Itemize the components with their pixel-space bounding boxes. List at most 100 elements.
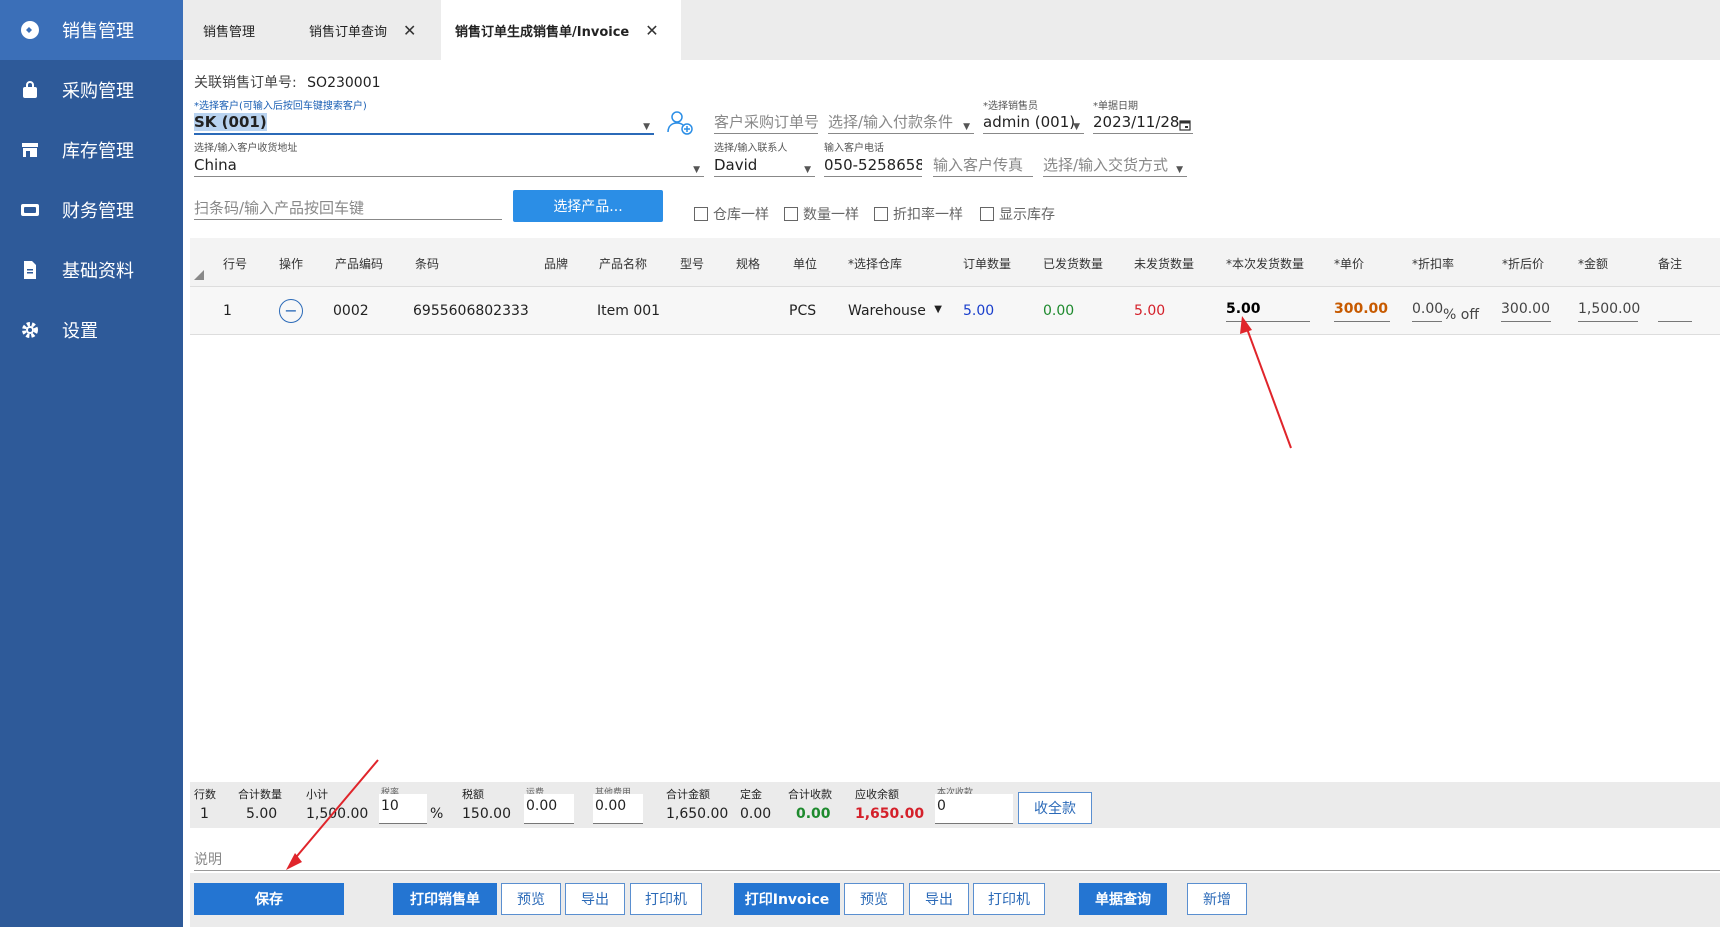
checkbox-same-quantity[interactable]: 数量一样 <box>784 204 859 224</box>
salesperson-label: *选择销售员 <box>983 101 1038 112</box>
contact-value: David <box>714 156 758 174</box>
chevron-down-icon: ▼ <box>1073 122 1080 132</box>
checkbox-box <box>784 207 798 221</box>
remark-placeholder: 说明 <box>194 852 222 868</box>
tab-label: 销售订单生成销售单/Invoice <box>455 24 630 40</box>
receive-all-button[interactable]: 收全款 <box>1018 792 1092 824</box>
checkbox-show-stock[interactable]: 显示库存 <box>980 204 1055 224</box>
calendar-icon[interactable] <box>1179 115 1191 133</box>
sidebar-item-finance[interactable]: 财务管理 <box>0 180 183 240</box>
sidebar-item-sales[interactable]: 销售管理 <box>0 0 183 60</box>
tab-bar: 销售管理 销售订单查询 ✕ 销售订单生成销售单/Invoice ✕ <box>183 0 1720 60</box>
payment-terms-select[interactable]: 选择/输入付款条件 ▼ <box>828 111 974 134</box>
remark-input[interactable]: 说明 <box>194 848 1720 871</box>
contact-select[interactable]: David ▼ <box>714 154 815 177</box>
export-invoice-button[interactable]: 导出 <box>909 883 969 915</box>
export-sales-button[interactable]: 导出 <box>565 883 625 915</box>
tax-rate-input[interactable]: 10 <box>379 794 427 824</box>
customer-label: *选择客户(可输入后按回车键搜索客户) <box>194 101 367 112</box>
address-select[interactable]: China ▼ <box>194 154 704 177</box>
col-header-price: *单价 <box>1334 257 1365 271</box>
col-header-barcode: 条码 <box>415 257 440 271</box>
ship-qty-input[interactable]: 5.00 <box>1226 301 1310 322</box>
tab-label: 销售订单查询 <box>309 24 388 40</box>
add-new-button[interactable]: 新增 <box>1187 883 1247 915</box>
close-icon[interactable]: ✕ <box>645 21 658 40</box>
tab-sales-management[interactable]: 销售管理 <box>203 0 255 60</box>
address-value: China <box>194 156 237 174</box>
checkbox-same-discount[interactable]: 折扣率一样 <box>874 204 963 224</box>
chevron-down-icon: ▼ <box>693 165 700 175</box>
deposit-label: 定金 <box>740 788 762 801</box>
net-price-input[interactable]: 300.00 <box>1501 301 1551 322</box>
select-product-button[interactable]: 选择产品... <box>513 190 663 222</box>
received-value: 0.00 <box>796 806 831 822</box>
document-query-button[interactable]: 单据查询 <box>1079 883 1167 915</box>
cell-barcode: 6955606802333 <box>413 303 529 319</box>
payment-terms-placeholder: 选择/输入付款条件 <box>828 113 954 131</box>
freight-input[interactable]: 0.00 <box>524 794 574 824</box>
subtotal-label: 小计 <box>306 788 328 801</box>
discount-input[interactable]: 0.00 <box>1412 301 1443 322</box>
annotation-arrow-ship-qty <box>1240 316 1292 449</box>
subtotal-value: 1,500.00 <box>306 806 369 822</box>
phone-value: 050-52586585 <box>824 156 922 174</box>
cell-shipped-qty: 0.00 <box>1043 303 1075 319</box>
printer-sales-button[interactable]: 打印机 <box>630 883 702 915</box>
col-header-discount: *折扣率 <box>1412 257 1455 271</box>
other-fees-input[interactable]: 0.00 <box>593 794 643 824</box>
print-invoice-button[interactable]: 打印Invoice <box>734 883 840 915</box>
remove-row-icon[interactable]: − <box>279 299 303 323</box>
sidebar-item-inventory[interactable]: 库存管理 <box>0 120 183 180</box>
col-header-warehouse: *选择仓库 <box>848 257 903 271</box>
customer-po-placeholder: 客户采购订单号 <box>714 113 818 131</box>
action-bar: 保存 打印销售单 预览 导出 打印机 打印Invoice 预览 导出 打印机 单… <box>190 873 1720 927</box>
phone-field[interactable]: 050-52586585 <box>824 154 922 177</box>
col-header-unit: 单位 <box>793 257 818 271</box>
customer-select[interactable]: SK (001) ▼ <box>194 111 654 135</box>
checkbox-label: 显示库存 <box>999 207 1055 223</box>
table-row[interactable]: 1 − 0002 6955606802333 Item 001 PCS Ware… <box>190 287 1720 335</box>
sidebar-item-basic-data[interactable]: 基础资料 <box>0 240 183 300</box>
print-sales-order-button[interactable]: 打印销售单 <box>393 883 497 915</box>
amount-input[interactable]: 1,500.00 <box>1578 301 1640 322</box>
checkbox-same-warehouse[interactable]: 仓库一样 <box>694 204 769 224</box>
total-qty-label: 合计数量 <box>238 788 282 801</box>
col-header-product-name: 产品名称 <box>599 257 648 271</box>
chevron-down-icon: ▼ <box>643 122 650 132</box>
sidebar-item-purchase[interactable]: 采购管理 <box>0 60 183 120</box>
delivery-method-select[interactable]: 选择/输入交货方式 ▼ <box>1043 154 1187 177</box>
price-input[interactable]: 300.00 <box>1334 301 1390 322</box>
address-label: 选择/输入客户收货地址 <box>194 143 298 154</box>
balance-label: 应收余额 <box>855 788 899 801</box>
sidebar-item-settings[interactable]: 设置 <box>0 300 183 360</box>
this-receive-input[interactable]: 0 <box>935 794 1013 824</box>
salesperson-select[interactable]: admin (001) ▼ <box>983 111 1084 134</box>
total-amount-label: 合计金额 <box>666 788 710 801</box>
printer-invoice-button[interactable]: 打印机 <box>973 883 1045 915</box>
customer-po-field[interactable]: 客户采购订单号 <box>714 111 818 134</box>
checkbox-label: 折扣率一样 <box>893 207 963 223</box>
save-button[interactable]: 保存 <box>194 883 344 915</box>
order-ref: 关联销售订单号: SO230001 <box>194 72 381 92</box>
col-header-spec: 规格 <box>736 257 761 271</box>
close-icon[interactable]: ✕ <box>403 21 416 40</box>
warehouse-select[interactable]: Warehouse ▼ <box>848 303 942 319</box>
preview-invoice-button[interactable]: 预览 <box>844 883 904 915</box>
deposit-value: 0.00 <box>740 806 772 822</box>
select-all-corner-icon[interactable] <box>194 270 204 280</box>
delivery-placeholder: 选择/输入交货方式 <box>1043 156 1169 174</box>
barcode-input[interactable]: 扫条码/输入产品按回车键 <box>194 197 502 220</box>
tab-sales-order-query[interactable]: 销售订单查询 ✕ <box>309 0 416 60</box>
preview-sales-button[interactable]: 预览 <box>501 883 561 915</box>
sidebar-item-label: 销售管理 <box>62 21 134 42</box>
contact-label: 选择/输入联系人 <box>714 143 788 154</box>
fax-field[interactable]: 输入客户传真 <box>933 154 1033 177</box>
note-input[interactable] <box>1658 301 1692 322</box>
add-customer-icon[interactable] <box>666 108 694 136</box>
col-header-ship-qty: *本次发货数量 <box>1226 257 1305 271</box>
tab-invoice-generate[interactable]: 销售订单生成销售单/Invoice ✕ <box>441 0 681 60</box>
tax-label: 税额 <box>462 788 484 801</box>
balance-value: 1,650.00 <box>855 806 925 822</box>
date-field[interactable]: 2023/11/28 <box>1093 111 1193 134</box>
